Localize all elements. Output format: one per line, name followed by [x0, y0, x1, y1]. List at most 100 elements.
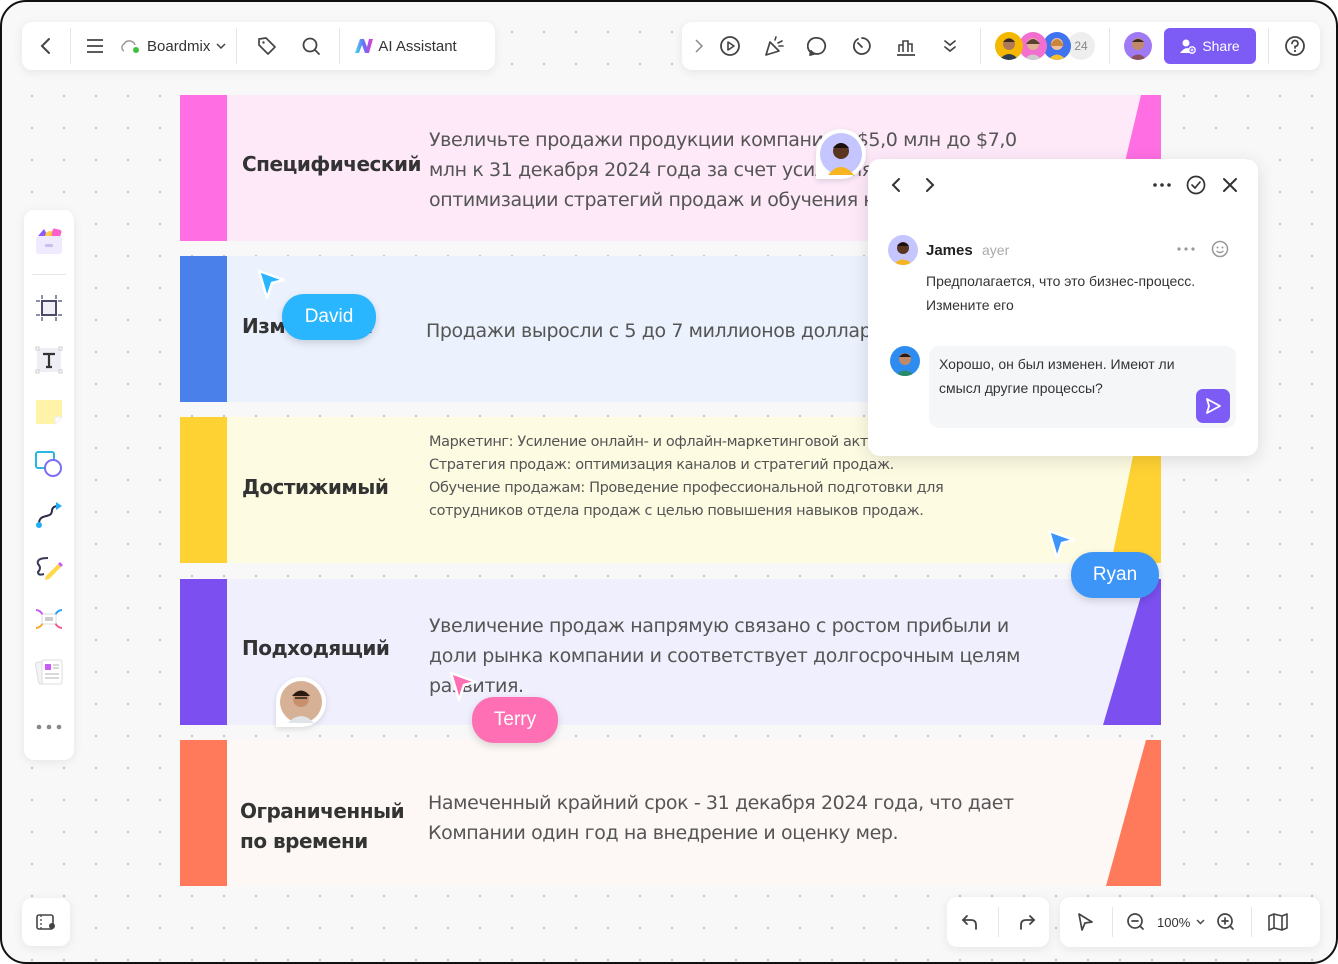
- comment-author-avatar: [888, 235, 918, 265]
- search-icon: [302, 37, 321, 55]
- ai-logo-icon: [355, 39, 374, 53]
- collaborator-avatar[interactable]: [1019, 32, 1047, 60]
- person-icon: [280, 681, 322, 723]
- help-icon: [1285, 36, 1305, 56]
- chevron-right-icon: [926, 178, 935, 192]
- timer-button[interactable]: [840, 28, 884, 64]
- row-description: Намеченный крайний срок - 31 декабря 202…: [428, 792, 1014, 844]
- comment-button[interactable]: [796, 28, 840, 64]
- tool-templates[interactable]: [29, 222, 69, 260]
- vote-button[interactable]: [884, 28, 928, 64]
- more-chevrons-icon: [944, 40, 956, 53]
- comment-pin-avatar[interactable]: [276, 677, 326, 727]
- current-user-avatar[interactable]: [1124, 32, 1152, 60]
- board-name: Boardmix: [147, 37, 211, 55]
- more-tools-button[interactable]: [928, 28, 972, 64]
- pointer-icon: [1078, 913, 1093, 931]
- collaborators-group[interactable]: 24: [995, 32, 1095, 60]
- row-color-bar: [180, 95, 227, 241]
- reply-author-avatar: [890, 346, 920, 376]
- zoom-level-dropdown[interactable]: 100%: [1157, 915, 1205, 930]
- collaborator-count[interactable]: 24: [1067, 32, 1095, 60]
- send-reply-button[interactable]: [1196, 389, 1230, 423]
- smart-row-time-bound[interactable]: Ограниченный по времени Намеченный крайн…: [180, 740, 1161, 886]
- select-tool-button[interactable]: [1068, 902, 1102, 942]
- divider: [1109, 28, 1110, 64]
- tool-sticky-note[interactable]: [29, 393, 69, 431]
- cursor-pointer-david: [257, 269, 286, 300]
- left-tool-rail: [24, 210, 74, 760]
- smart-row-relevant[interactable]: Подходящий Увеличение продаж напрямую св…: [180, 579, 1161, 725]
- close-comment-button[interactable]: [1218, 173, 1242, 197]
- reply-text: Хорошо, он был изменен. Имеют ли смысл д…: [939, 356, 1175, 396]
- map-icon: [1268, 913, 1289, 931]
- zoom-in-button[interactable]: [1213, 902, 1239, 942]
- text-icon: [35, 346, 63, 374]
- ai-assistant-button[interactable]: AI Assistant: [354, 38, 457, 55]
- board-name-dropdown[interactable]: Boardmix: [119, 38, 226, 55]
- tool-shapes[interactable]: [29, 445, 69, 483]
- search-button[interactable]: [293, 28, 329, 64]
- comment-panel: James ayer Предполагается, что это бизне…: [868, 159, 1258, 456]
- outline-button[interactable]: [22, 898, 70, 946]
- cursor-pointer-terry: [449, 671, 478, 702]
- zoom-out-button[interactable]: [1123, 902, 1149, 942]
- canvas[interactable]: Boardmix AI Assistant 24 Share Специфиче…: [0, 0, 1338, 964]
- more-dots-icon: [36, 724, 62, 730]
- comment-options-button[interactable]: [1150, 173, 1174, 197]
- person-icon: [999, 38, 1019, 60]
- main-menu-button[interactable]: [81, 28, 109, 64]
- chevron-down-icon: [216, 43, 226, 49]
- redo-icon: [1019, 915, 1035, 930]
- add-reaction-button[interactable]: [1208, 237, 1232, 261]
- row-description: Маркетинг: Усиление онлайн- и офлайн-мар…: [429, 434, 944, 519]
- row-color-bar: [180, 740, 227, 886]
- tool-frame[interactable]: [29, 289, 69, 327]
- comment-message: Предполагается, что это бизнес-процесс. …: [926, 273, 1196, 313]
- share-label: Share: [1202, 38, 1240, 54]
- comment-icon: [807, 36, 827, 56]
- back-button[interactable]: [32, 28, 60, 64]
- comment-timestamp: ayer: [982, 242, 1010, 258]
- row-label: Ограниченный по времени: [240, 799, 405, 853]
- celebrate-button[interactable]: [752, 28, 796, 64]
- comment-author-name: James: [926, 242, 973, 259]
- check-circle-icon: [1186, 175, 1206, 195]
- person-icon: [1048, 38, 1066, 60]
- expand-toolbar-button[interactable]: [690, 28, 708, 64]
- chevron-left-icon: [891, 178, 900, 192]
- tool-text[interactable]: [29, 341, 69, 379]
- message-options-button[interactable]: [1174, 239, 1198, 259]
- cursor-label-david: David: [282, 294, 376, 340]
- tool-connector[interactable]: [29, 496, 69, 534]
- more-dots-icon: [1177, 247, 1195, 251]
- send-icon: [1206, 398, 1221, 414]
- divider: [1268, 28, 1269, 64]
- collaborator-avatar[interactable]: [1043, 32, 1071, 60]
- tool-document[interactable]: [29, 652, 69, 690]
- resolve-comment-button[interactable]: [1184, 173, 1208, 197]
- previous-comment-button[interactable]: [886, 173, 906, 197]
- tool-pen[interactable]: [29, 548, 69, 586]
- tool-mind-map[interactable]: [29, 600, 69, 638]
- emoji-icon: [1211, 240, 1229, 258]
- comment-pin-avatar[interactable]: [816, 129, 866, 179]
- tool-more[interactable]: [29, 708, 69, 746]
- reply-input[interactable]: Хорошо, он был изменен. Имеют ли смысл д…: [929, 346, 1236, 428]
- share-button[interactable]: Share: [1164, 28, 1256, 64]
- templates-icon: [36, 228, 62, 254]
- undo-button[interactable]: [951, 902, 991, 942]
- collaborator-avatar[interactable]: [995, 32, 1023, 60]
- tag-button[interactable]: [249, 28, 285, 64]
- row-color-bar: [180, 256, 227, 402]
- document-icon: [35, 659, 63, 685]
- undo-icon: [961, 915, 977, 930]
- help-button[interactable]: [1279, 28, 1311, 64]
- cursor-label-ryan: Ryan: [1071, 552, 1159, 598]
- present-button[interactable]: [708, 28, 752, 64]
- close-icon: [1223, 178, 1237, 192]
- redo-button[interactable]: [1006, 902, 1046, 942]
- next-comment-button[interactable]: [920, 173, 940, 197]
- row-decoration: [1106, 740, 1161, 886]
- minimap-button[interactable]: [1264, 902, 1292, 942]
